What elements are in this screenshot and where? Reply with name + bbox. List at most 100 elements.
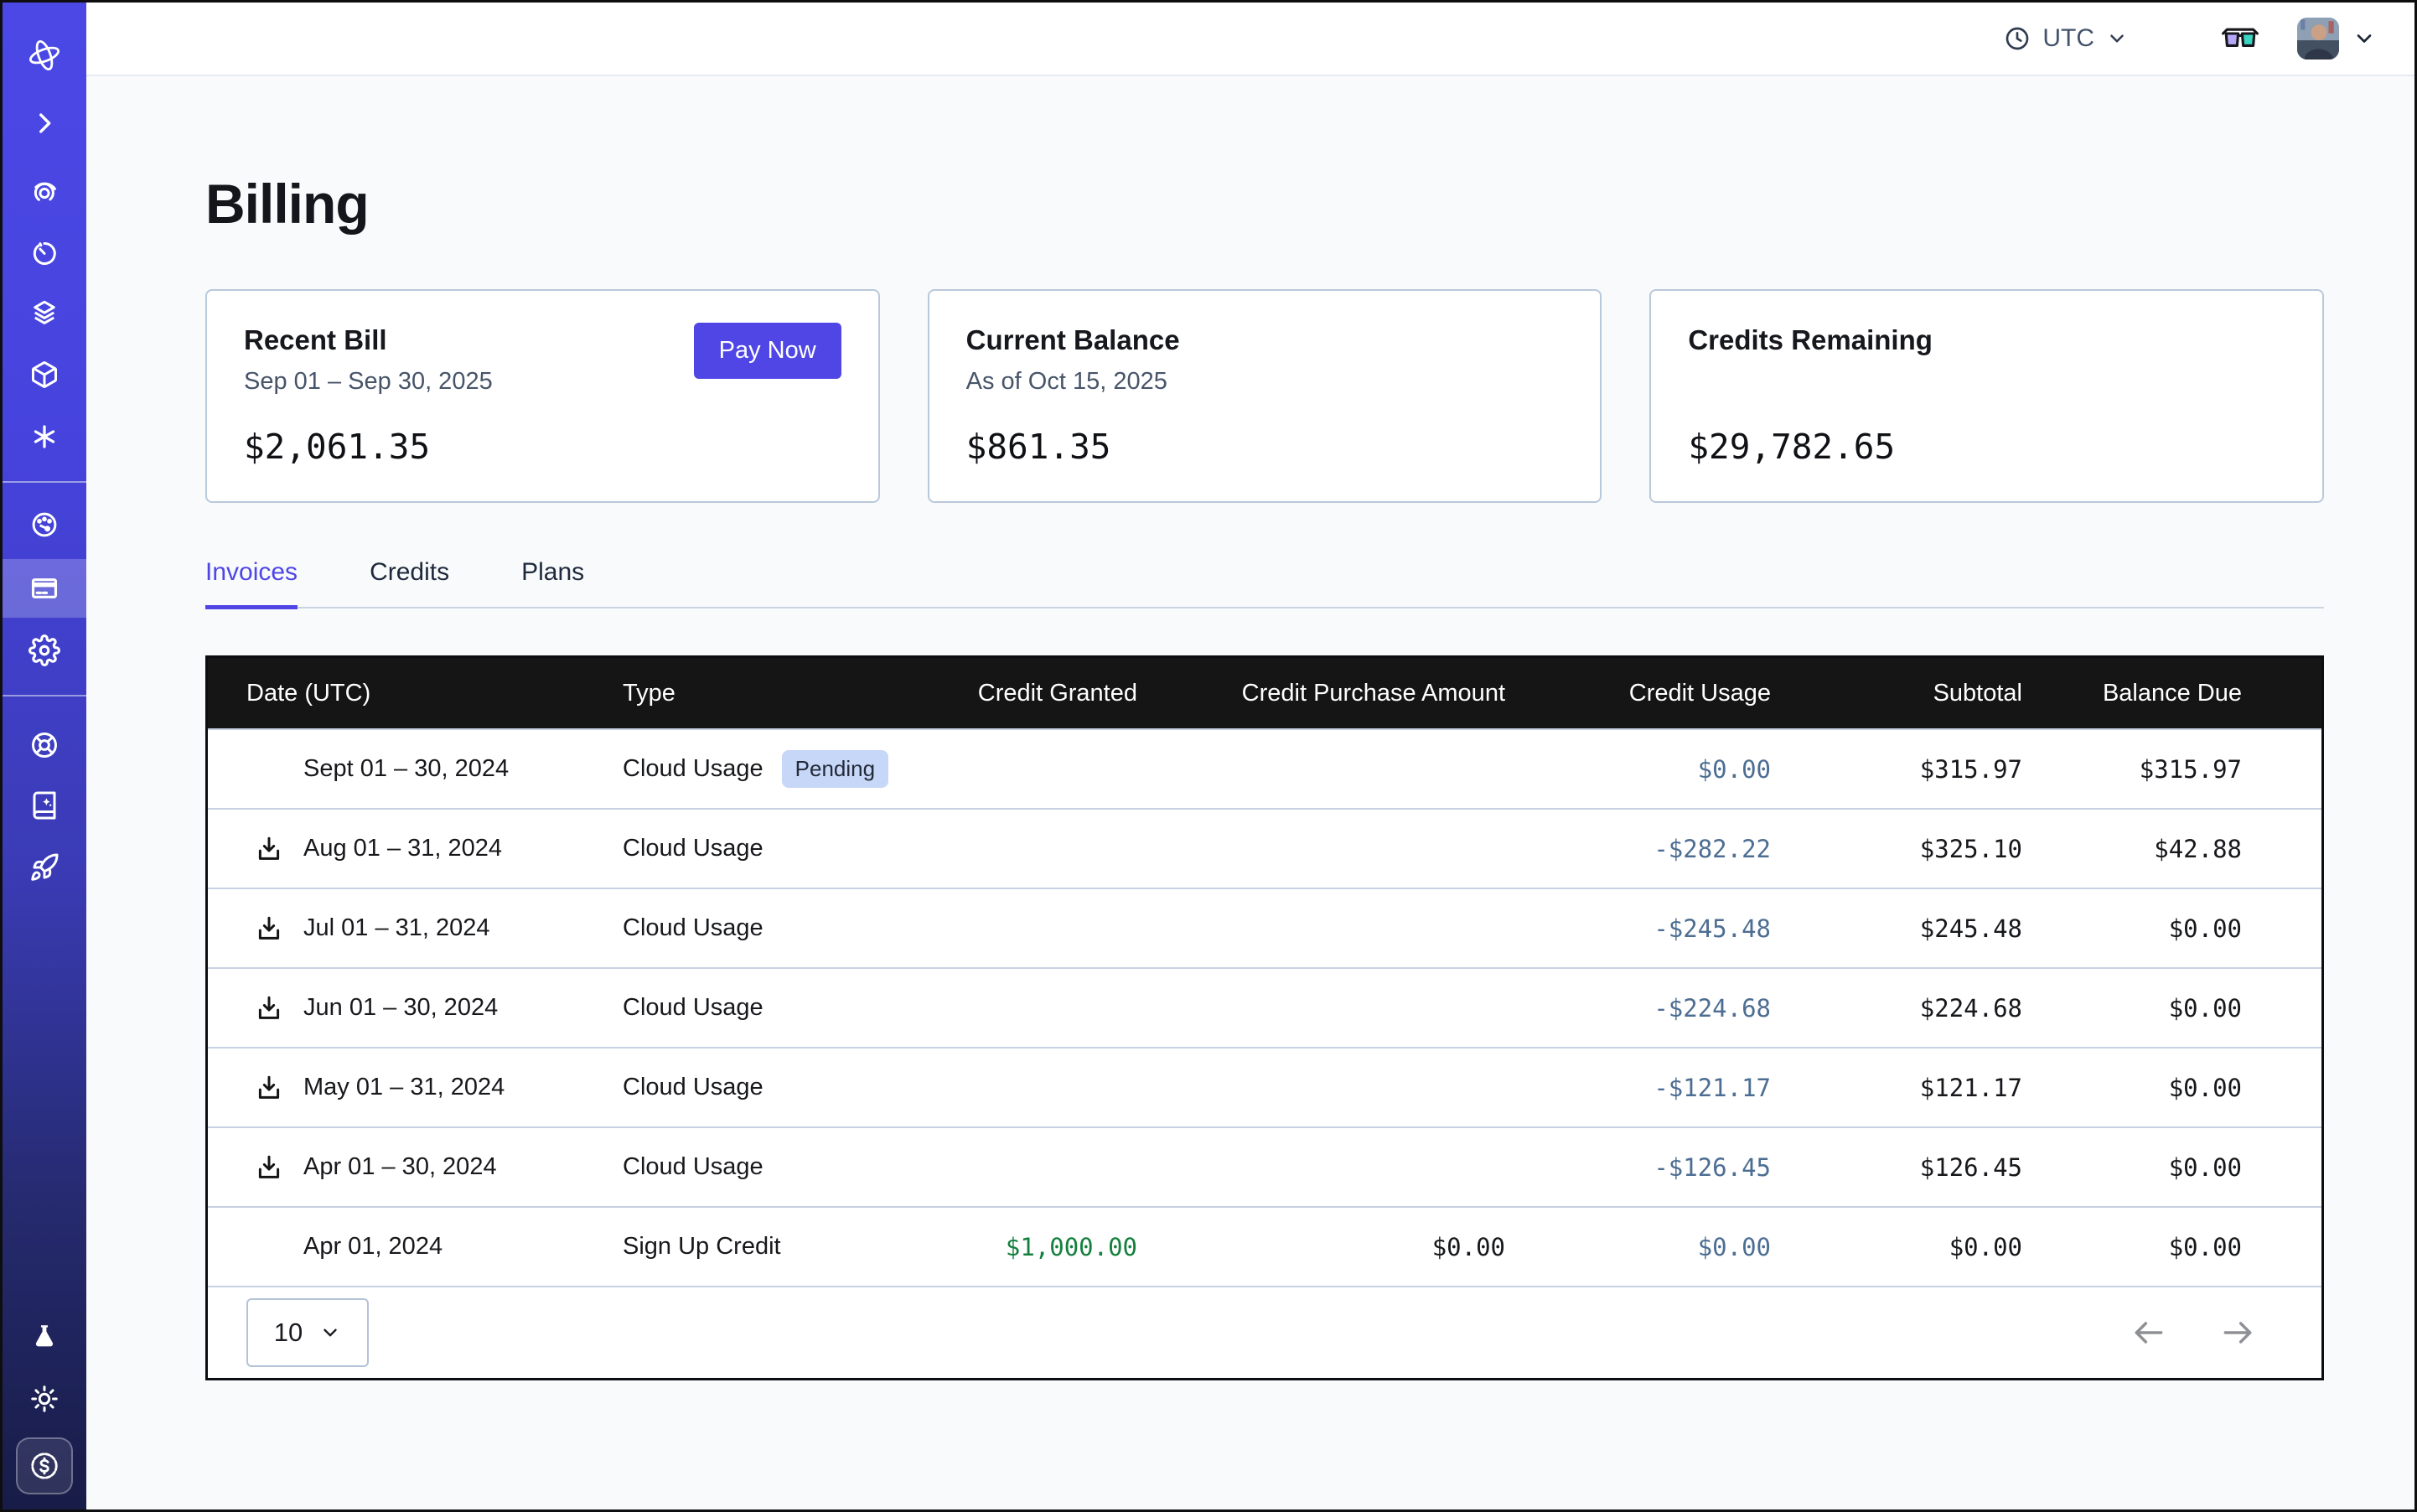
invoice-type: Cloud Usage	[623, 994, 763, 1022]
user-avatar[interactable]	[2297, 18, 2339, 60]
column-header-credit-purchase-amount: Credit Purchase Amount	[1137, 680, 1505, 707]
download-icon[interactable]	[255, 835, 283, 863]
pay-now-button[interactable]: Pay Now	[694, 323, 841, 379]
invoice-type: Cloud Usage	[623, 835, 763, 862]
credit-usage-value: -$245.48	[1505, 914, 1771, 943]
credit-usage-value: -$126.45	[1505, 1153, 1771, 1182]
table-header-row: Date (UTC) Type Credit Granted Credit Pu…	[208, 658, 2321, 728]
goggles-icon[interactable]	[2220, 24, 2260, 53]
balance-due-value: $0.00	[2022, 1153, 2242, 1182]
page-size-value: 10	[274, 1318, 303, 1348]
sidebar-item-billing-credit-card-icon[interactable]	[18, 565, 71, 612]
download-icon[interactable]	[255, 1074, 283, 1102]
sidebar-divider	[3, 695, 86, 696]
main-content: Billing Recent Bill Sep 01 – Sep 30, 202…	[205, 76, 2324, 1380]
sidebar-collapse-chevron-right-icon[interactable]	[18, 100, 71, 147]
subtotal-value: $0.00	[1771, 1233, 2022, 1261]
balance-due-value: $0.00	[2022, 994, 2242, 1023]
sidebar-divider	[3, 481, 86, 483]
invoice-date: Aug 01 – 31, 2024	[303, 835, 502, 862]
credits-remaining-card: Credits Remaining $29,782.65	[1649, 289, 2324, 503]
subtotal-value: $121.17	[1771, 1074, 2022, 1102]
chevron-down-icon	[2106, 28, 2128, 49]
next-page-arrow-right-icon[interactable]	[2219, 1314, 2256, 1351]
billing-tabs: Invoices Credits Plans	[205, 558, 2324, 608]
credits-remaining-title: Credits Remaining	[1688, 324, 2285, 356]
invoice-type: Cloud Usage	[623, 755, 763, 783]
recent-bill-amount: $2,061.35	[244, 427, 841, 467]
current-balance-amount: $861.35	[966, 427, 1564, 467]
subtotal-value: $126.45	[1771, 1153, 2022, 1182]
invoice-date: Apr 01, 2024	[303, 1233, 443, 1261]
sidebar-item-asterisk-icon[interactable]	[18, 413, 71, 460]
invoice-date: Apr 01 – 30, 2024	[303, 1153, 497, 1181]
column-header-credit-usage: Credit Usage	[1505, 680, 1771, 707]
invoice-row: Sept 01 – 30, 2024 Cloud UsagePending $0…	[208, 728, 2321, 808]
chevron-down-icon	[319, 1322, 341, 1344]
invoice-type: Cloud Usage	[623, 914, 763, 942]
billing-page: UTC	[0, 0, 2417, 1512]
invoice-row: Jun 01 – 30, 2024 Cloud Usage -$224.68 $…	[208, 967, 2321, 1047]
sidebar-item-usage-gauge-icon[interactable]	[18, 501, 71, 548]
summary-cards: Recent Bill Sep 01 – Sep 30, 2025 $2,061…	[205, 289, 2324, 503]
subtotal-value: $315.97	[1771, 755, 2022, 784]
tab-credits[interactable]: Credits	[370, 558, 449, 607]
sidebar-item-support-lifebuoy-icon[interactable]	[18, 722, 71, 769]
sidebar-item-docs-book-sparkle-icon[interactable]	[18, 782, 71, 829]
column-header-subtotal: Subtotal	[1771, 680, 2022, 707]
download-icon[interactable]	[255, 994, 283, 1023]
sidebar-item-observe-iris-icon[interactable]	[18, 168, 71, 215]
invoice-type: Cloud Usage	[623, 1074, 763, 1101]
credit-usage-value: $0.00	[1505, 1233, 1771, 1261]
credit-usage-value: $0.00	[1505, 755, 1771, 784]
sidebar-item-cube-icon[interactable]	[18, 351, 71, 398]
credit-purchase-value: $0.00	[1137, 1233, 1505, 1261]
balance-due-value: $42.88	[2022, 835, 2242, 863]
credits-remaining-amount: $29,782.65	[1688, 427, 2285, 467]
status-badge: Pending	[782, 750, 888, 788]
previous-page-arrow-left-icon[interactable]	[2130, 1314, 2167, 1351]
tab-invoices[interactable]: Invoices	[205, 558, 298, 607]
sidebar	[3, 3, 86, 1509]
download-icon[interactable]	[255, 1153, 283, 1182]
timezone-dropdown[interactable]: UTC	[2004, 24, 2128, 53]
invoice-row: Aug 01 – 31, 2024 Cloud Usage -$282.22 $…	[208, 808, 2321, 888]
subtotal-value: $245.48	[1771, 914, 2022, 943]
subtotal-value: $224.68	[1771, 994, 2022, 1023]
invoice-row: Jul 01 – 31, 2024 Cloud Usage -$245.48 $…	[208, 888, 2321, 967]
column-header-balance-due: Balance Due	[2022, 680, 2242, 707]
sidebar-item-theme-sun-icon[interactable]	[18, 1375, 71, 1422]
credit-granted-value: $1,000.00	[899, 1233, 1137, 1261]
balance-due-value: $0.00	[2022, 1074, 2242, 1102]
table-footer: 10	[208, 1286, 2321, 1378]
sidebar-item-layers-icon[interactable]	[18, 289, 71, 336]
orbit-logo-icon	[18, 32, 71, 79]
invoice-row: May 01 – 31, 2024 Cloud Usage -$121.17 $…	[208, 1047, 2321, 1126]
column-header-credit-granted: Credit Granted	[899, 680, 1137, 707]
pagination-controls	[2130, 1314, 2256, 1351]
recent-bill-card: Recent Bill Sep 01 – Sep 30, 2025 $2,061…	[205, 289, 880, 503]
current-balance-as-of: As of Oct 15, 2025	[966, 368, 1564, 398]
credits-remaining-subtitle	[1688, 368, 2285, 398]
timezone-label: UTC	[2042, 24, 2094, 53]
page-title: Billing	[205, 172, 2324, 236]
invoice-date: Jun 01 – 30, 2024	[303, 994, 498, 1022]
sidebar-item-getting-started-rocket-icon[interactable]	[18, 844, 71, 891]
clock-icon	[2004, 25, 2031, 52]
invoice-date: Jul 01 – 31, 2024	[303, 914, 490, 942]
sidebar-item-dollar-badge-icon[interactable]	[16, 1437, 73, 1494]
credit-usage-value: -$282.22	[1505, 835, 1771, 863]
topbar: UTC	[86, 3, 2414, 76]
download-icon[interactable]	[255, 914, 283, 943]
sidebar-item-settings-gear-icon[interactable]	[18, 627, 71, 674]
current-balance-card: Current Balance As of Oct 15, 2025 $861.…	[928, 289, 1602, 503]
credit-usage-value: -$224.68	[1505, 994, 1771, 1023]
current-balance-title: Current Balance	[966, 324, 1564, 356]
subtotal-value: $325.10	[1771, 835, 2022, 863]
account-menu-chevron-down-icon[interactable]	[2352, 27, 2376, 50]
sidebar-item-timer-icon[interactable]	[18, 229, 71, 276]
tab-plans[interactable]: Plans	[521, 558, 584, 607]
sidebar-item-labs-flask-icon[interactable]	[18, 1313, 71, 1360]
page-size-select[interactable]: 10	[246, 1298, 369, 1367]
invoice-date: May 01 – 31, 2024	[303, 1074, 505, 1101]
